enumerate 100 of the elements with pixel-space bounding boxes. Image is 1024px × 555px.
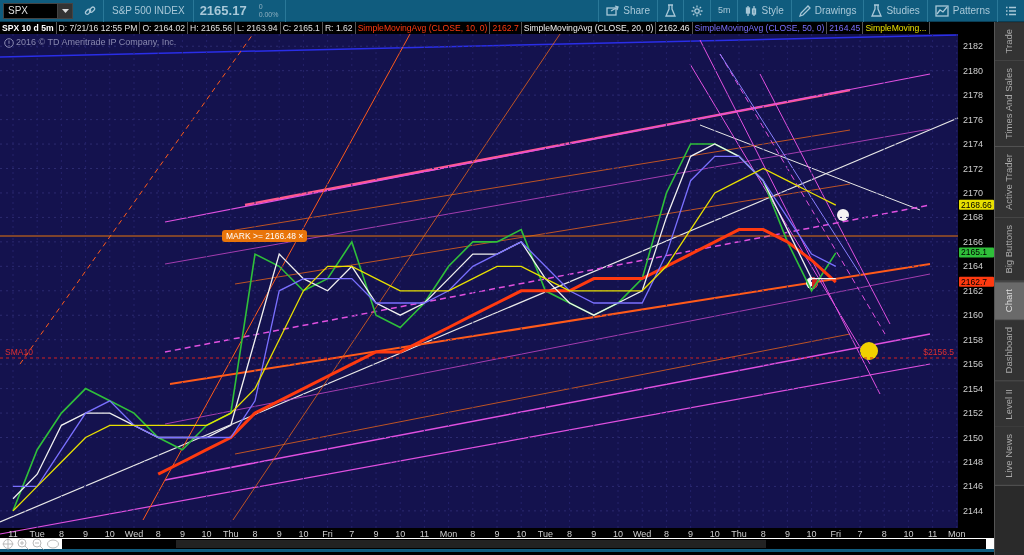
x-axis-label: 9 [83,529,89,538]
toolbar-button[interactable]: Drawings [790,0,864,22]
x-axis-label: 7 [857,529,863,538]
y-axis-label: 2172 [963,163,984,174]
gear-icon [690,4,703,17]
x-axis-label: 9 [179,529,185,538]
x-axis-label: Wed [124,529,144,538]
candlestick-icon [745,4,758,17]
y-axis-label: 2152 [963,408,984,419]
toolbar-button[interactable]: Studies [863,0,927,22]
zoom-in-button[interactable] [17,537,29,550]
x-axis-label: 8 [155,529,161,538]
alert-label[interactable]: MARK >= 2166.48 × [222,230,308,242]
x-axis-label: 10 [298,529,309,538]
chain-link-icon [84,4,96,17]
x-axis-label: Thu [223,529,239,538]
x-axis-label: 10 [903,529,914,538]
y-axis-label: 2180 [963,65,984,76]
side-tab[interactable]: Dashboard [995,320,1024,382]
last-price: 2165.17 [198,1,248,20]
side-tab[interactable]: Chart [995,281,1024,321]
y-axis-label: 2162 [963,285,984,296]
y-axis-label: 2182 [963,41,984,52]
side-tab[interactable]: Level II [995,381,1024,428]
dropdown-button[interactable] [57,2,73,19]
x-axis-label: 9 [591,529,597,538]
x-axis-label: 10 [613,529,623,538]
y-axis-label: 2148 [963,456,984,467]
share-icon [606,5,620,16]
x-axis-label: Tue [537,529,553,538]
pattern-chart-icon [934,4,949,17]
scrollbar[interactable] [62,538,986,549]
x-axis-label: 7 [349,529,355,538]
x-axis-label: 11 [419,529,430,538]
x-axis-label: Fri [830,529,842,538]
flask-icon [871,4,883,17]
pencil-icon [798,4,811,17]
y-axis-label: 2176 [963,114,984,125]
x-axis-label: Tue [29,529,45,538]
x-axis-label: 9 [276,529,282,538]
line-label: SMA10 [5,347,33,357]
x-axis-label: 9 [373,529,379,538]
y-axis-label: 2178 [963,90,984,101]
x-axis-label: 8 [760,529,766,538]
toolbar-button[interactable]: Style [737,0,791,22]
x-axis-label: Thu [731,529,747,538]
y-axis-label: 2160 [963,310,984,321]
x-axis-label: Wed [633,529,652,538]
copyright-text: 2016 © TD Ameritrade IP Company, Inc. [16,36,177,49]
y-axis-label: 2158 [963,334,984,345]
zoom-out-button[interactable] [32,537,44,550]
caret-icon [61,8,69,13]
side-tab[interactable]: Big Buttons [995,218,1024,282]
y-axis-label: 2166 [963,236,984,247]
side-tab[interactable]: Live News [995,427,1024,487]
x-axis-label: 10 [806,529,817,538]
oval-button[interactable] [47,537,59,550]
side-tab[interactable]: Trade [995,22,1024,62]
flask-icon [664,4,676,17]
list-icon [1005,5,1017,16]
zoom-out-icon [32,537,44,550]
y-axis-label: 2154 [963,383,984,394]
y-axis-label: 2150 [963,432,984,443]
y-axis-label: 2146 [963,481,984,492]
toolbar-button[interactable]: 5m [709,0,738,22]
x-axis-label: 9 [494,529,500,538]
y-axis-label: 2168 [963,212,984,223]
x-axis-label: Mon [948,529,966,538]
price-tag: 2162.7 [959,276,994,287]
x-axis-label: 10 [709,529,720,538]
zoom-in-icon [17,537,29,550]
toolbar-button[interactable]: Patterns [926,0,997,22]
x-axis-label: 11 [927,529,938,538]
price-tag: 2165.1 [959,247,994,258]
x-axis-label: 8 [881,529,887,538]
y-axis-label: 2174 [963,139,984,150]
x-axis-label: 11 [8,529,18,538]
x-axis-label: 8 [252,529,258,538]
x-axis-label: 8 [567,529,573,538]
crosshair-button[interactable] [2,537,14,550]
line-price-label: $2156.5 [923,347,954,357]
y-axis-label: 2156 [963,359,984,370]
y-axis-label: 2170 [963,187,984,198]
symbol-description: S&P 500 INDEX [111,3,186,18]
side-tab[interactable]: Active Trader [995,147,1024,219]
side-tab[interactable]: Times And Sales [995,61,1024,148]
x-axis-label: 9 [688,529,694,538]
oval-icon [47,537,59,550]
scrollbar-thumb[interactable] [176,539,766,548]
x-axis-label: 10 [516,529,527,538]
toolbar-button[interactable]: Share [598,0,657,22]
symbol-field[interactable]: SPX [3,2,57,19]
x-axis-label: 8 [470,529,476,538]
x-axis-label: 9 [784,529,790,538]
info-icon [4,37,14,48]
x-axis-label: 10 [395,529,406,538]
x-axis-label: 10 [201,529,212,538]
x-axis-label: 8 [58,529,64,538]
price-tag: 2168.66 [959,199,994,210]
crosshair-icon [2,537,14,550]
